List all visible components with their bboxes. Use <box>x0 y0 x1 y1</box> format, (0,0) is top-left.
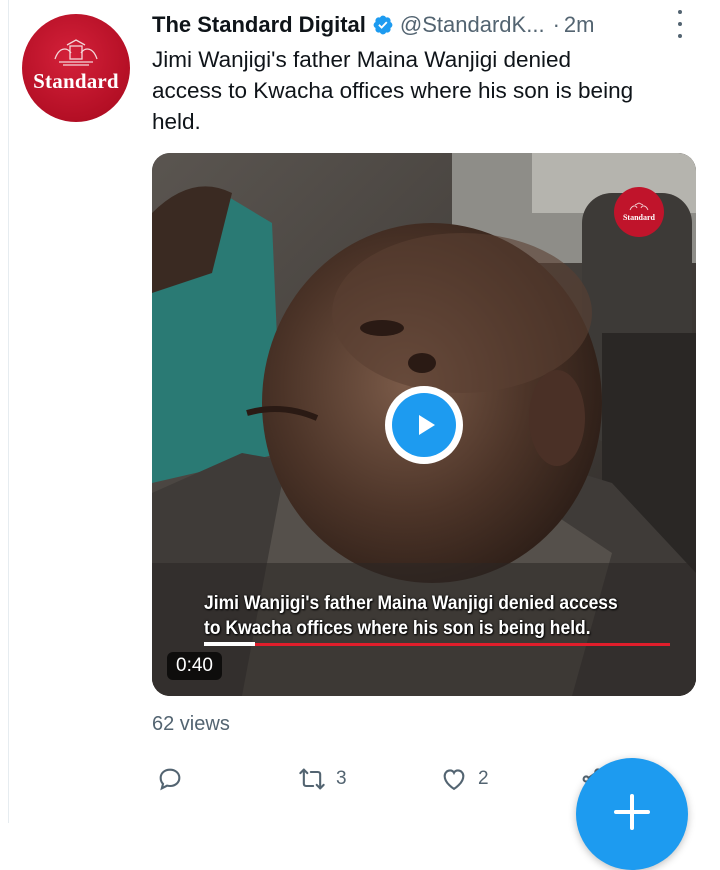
play-icon <box>419 415 435 435</box>
video-watermark: Standard <box>614 187 664 237</box>
like-icon <box>443 769 465 791</box>
avatar-logo-text: Standard <box>33 68 119 93</box>
play-button[interactable] <box>385 386 463 464</box>
retweet-count: 3 <box>336 768 347 789</box>
more-icon[interactable] <box>672 10 688 38</box>
header-separator: · <box>552 12 560 37</box>
compose-button[interactable] <box>576 758 688 870</box>
reply-icon <box>159 768 181 791</box>
view-count: 62 views <box>152 713 230 735</box>
retweet-button[interactable]: 3 <box>298 762 347 796</box>
watermark-text: Standard <box>622 213 655 222</box>
avatar[interactable]: Standard <box>22 14 130 122</box>
author-handle[interactable]: @StandardK... <box>400 12 545 38</box>
timestamp[interactable]: 2m <box>564 12 595 38</box>
like-count: 2 <box>478 768 489 789</box>
retweet-icon <box>299 768 325 790</box>
video-progress-bar[interactable] <box>204 642 255 646</box>
video-duration: 0:40 <box>167 652 222 680</box>
tweet-header: The Standard Digital @StandardK... · 2m <box>152 8 692 42</box>
video-player[interactable]: Standard Jimi Wanjigi's father Maina Wan… <box>152 153 696 696</box>
watermark-crest-icon <box>629 202 649 211</box>
verified-icon <box>373 15 393 35</box>
video-caption: Jimi Wanjigi's father Maina Wanjigi deni… <box>204 593 618 639</box>
author-name[interactable]: The Standard Digital <box>152 12 366 38</box>
caption-underline <box>204 643 670 646</box>
like-button[interactable]: 2 <box>440 762 489 796</box>
tweet-text: Jimi Wanjigi's father Maina Wanjigi deni… <box>152 47 634 134</box>
reply-button[interactable] <box>156 762 194 796</box>
standard-crest-icon <box>54 38 98 66</box>
